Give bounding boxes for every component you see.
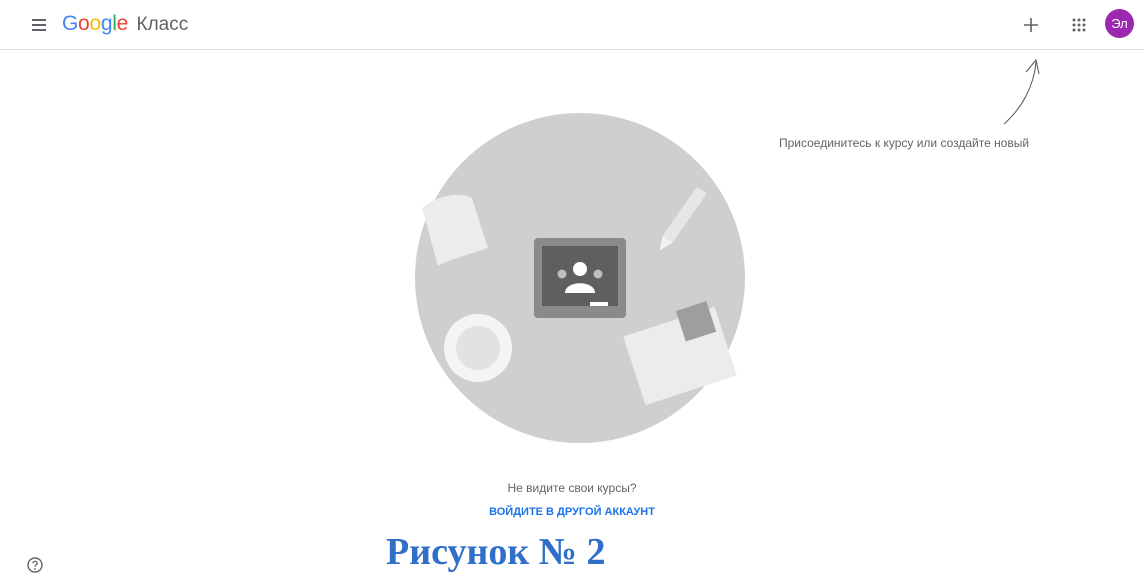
logo-letter: g (100, 12, 113, 35)
empty-classroom-illustration (415, 113, 745, 443)
google-wordmark: Google (62, 12, 134, 35)
logo-letter: e (116, 12, 129, 35)
menu-icon-bar (32, 29, 46, 31)
apps-grid-icon (1072, 18, 1086, 32)
logo-letter: G (62, 12, 79, 35)
menu-icon (32, 19, 46, 21)
no-courses-question: Не видите свои курсы? (507, 481, 637, 495)
join-create-hint: Присоединитесь к курсу или создайте новы… (779, 136, 1030, 150)
google-apps-button[interactable] (1066, 12, 1092, 38)
switch-account-link[interactable]: ВОЙДИТЕ В ДРУГОЙ АККАУНТ (0, 506, 1144, 518)
main-menu-button[interactable] (28, 13, 52, 37)
join-or-create-class-button[interactable] (1018, 12, 1044, 38)
logo-letter: o (78, 12, 90, 35)
google-classroom-logo[interactable]: Google Класс (62, 11, 188, 38)
app-name: Класс (136, 14, 189, 35)
logo-letter: o (89, 12, 101, 35)
figure-caption: Рисунок № 2 (386, 531, 606, 573)
plus-icon (1024, 18, 1038, 32)
menu-icon-bar (32, 24, 46, 26)
account-avatar[interactable]: Эл (1105, 9, 1134, 38)
help-icon (27, 557, 43, 573)
top-app-bar: Google Класс Эл (0, 0, 1144, 50)
help-button[interactable] (26, 556, 44, 574)
hint-arrow-icon (1003, 58, 1040, 125)
